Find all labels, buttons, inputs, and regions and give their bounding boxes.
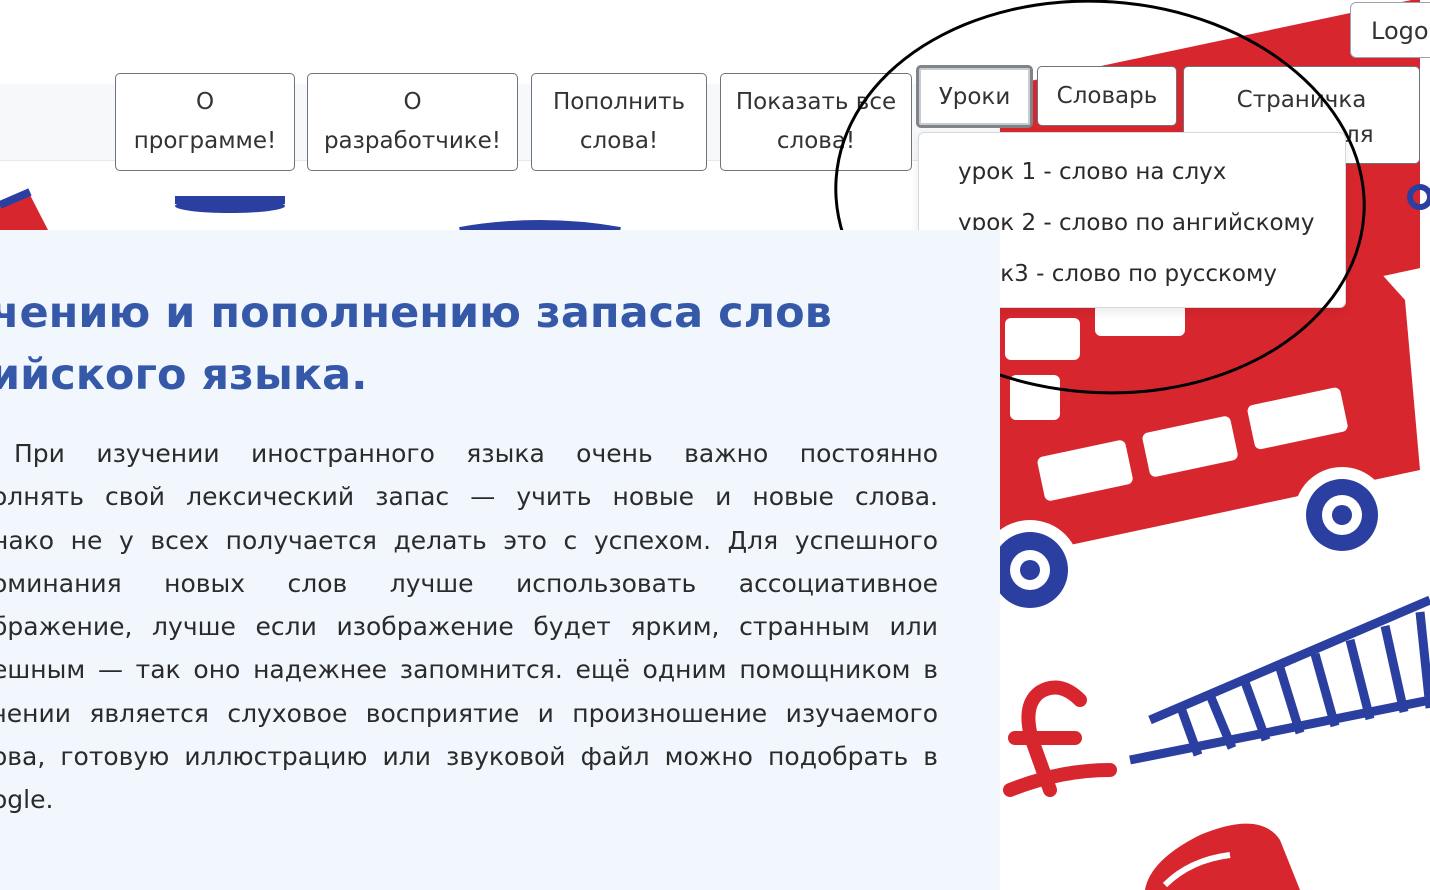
paragraph-line: ogle. [0,785,54,815]
paragraph-line: ешным — так оно надежнее запомнится. ещё… [0,655,938,685]
nav-lessons-label: Уроки [938,83,1011,110]
logout-button[interactable]: Logo [1350,2,1430,58]
nav-about-program-label: О программе! [133,89,277,154]
paragraph-line: бражение, лучше если изображение будет я… [0,612,938,642]
nav-show-all-words-button[interactable]: Показать все слова! [720,73,912,171]
paragraph-line: ова, готовую иллюстрацию или звуковой фа… [0,742,938,772]
heading-line-1: чению и пополнению запаса слов [0,288,832,338]
nav-add-words-label: Пополнить слова! [552,89,686,154]
nav-lessons-dropdown-button[interactable]: Уроки [916,65,1033,128]
nav-show-all-words-label: Показать все слова! [735,89,897,154]
nav-about-program-button[interactable]: О программе! [115,73,295,171]
nav-page-label: Страничка [1236,87,1367,113]
nav-dictionary-button[interactable]: Словарь [1037,66,1177,126]
dropdown-item-lesson-1[interactable]: урок 1 - слово на слух [919,151,1345,202]
nav-dictionary-label: Словарь [1056,83,1158,109]
paragraph-line: чении является слуховое восприятие и про… [0,698,938,728]
intro-paragraph: При изучении иностранного языка очень ва… [0,432,938,822]
paragraph-line: олнять свой лексический запас — учить но… [0,482,938,512]
paragraph-line: оминания новых слов лучше использовать а… [0,568,938,598]
paragraph-line: При изучении иностранного языка очень ва… [14,439,938,468]
nav-about-developer-label: О разработчике! [323,89,502,154]
page-heading: чению и пополнению запаса слов ийского я… [0,282,990,406]
nav-about-developer-button[interactable]: О разработчике! [307,73,518,171]
heading-line-2: ийского языка. [0,350,368,400]
paragraph-line: нако не у всех получается делать это с у… [0,525,938,555]
nav-add-words-button[interactable]: Пополнить слова! [531,73,707,171]
nav-page-label-fragment: ля [1345,122,1374,148]
